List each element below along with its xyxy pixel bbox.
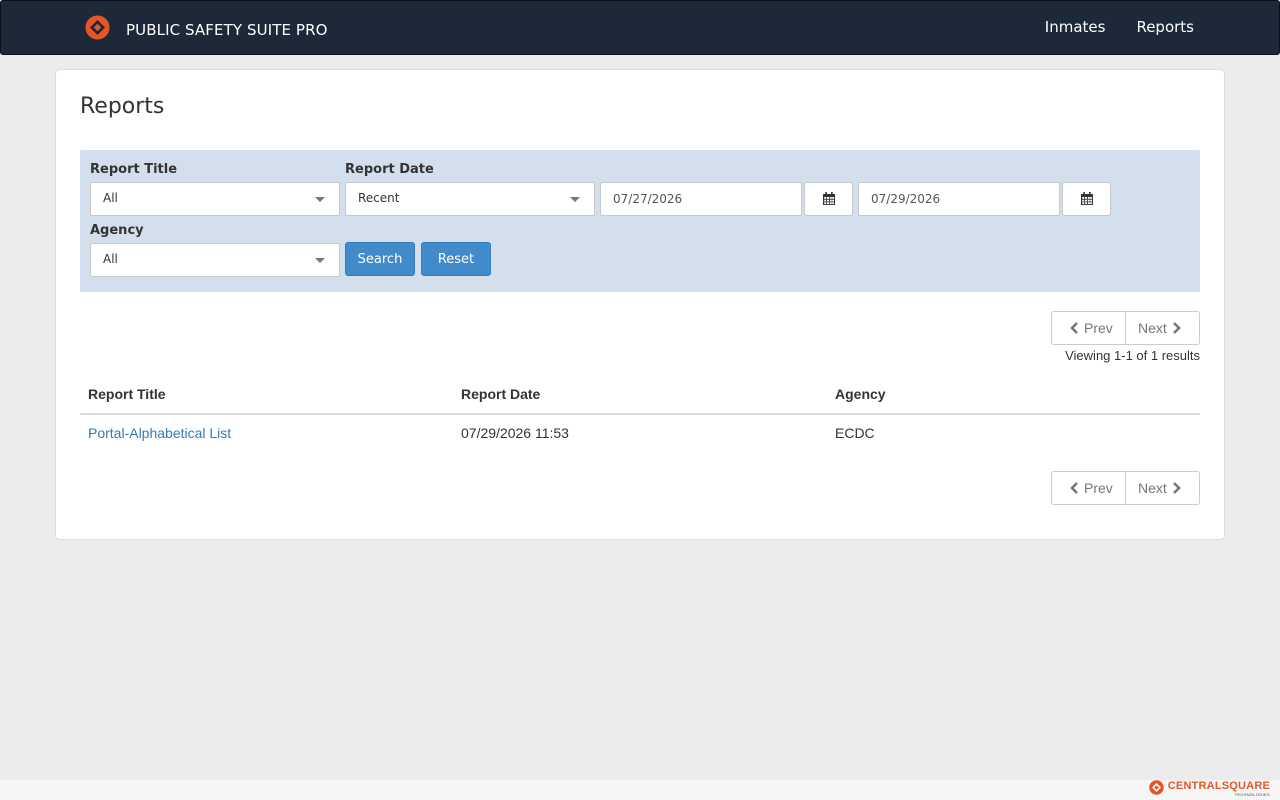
reports-panel: Reports Report Title All Report Date Rec…	[55, 69, 1225, 540]
chevron-down-icon	[315, 258, 325, 263]
report-date-select-value: Recent	[358, 191, 400, 205]
chevron-right-icon	[1172, 322, 1181, 334]
agency-label: Agency	[90, 223, 144, 238]
nav-reports[interactable]: Reports	[1136, 18, 1194, 36]
report-title-select[interactable]: All	[90, 182, 340, 216]
date-to-calendar-button[interactable]	[1062, 182, 1111, 216]
chevron-right-icon	[1172, 482, 1181, 494]
calendar-icon	[822, 192, 835, 205]
agency-cell: ECDC	[835, 425, 875, 441]
calendar-icon	[1080, 192, 1093, 205]
brand-name: PUBLIC SAFETY SUITE PRO	[126, 21, 328, 39]
agency-select[interactable]: All	[90, 243, 340, 277]
chevron-left-icon	[1070, 482, 1078, 494]
column-header-agency[interactable]: Agency	[835, 386, 886, 402]
prev-label: Prev	[1084, 480, 1113, 496]
report-date-cell: 07/29/2026 11:53	[461, 425, 569, 441]
chevron-down-icon	[315, 197, 325, 202]
top-navbar: PUBLIC SAFETY SUITE PRO Inmates Reports	[0, 0, 1280, 55]
brand[interactable]: PUBLIC SAFETY SUITE PRO	[85, 15, 328, 45]
prev-label: Prev	[1084, 320, 1113, 336]
next-label: Next	[1138, 480, 1167, 496]
table-header-divider	[80, 413, 1200, 415]
agency-select-value: All	[103, 252, 118, 266]
pagination-bottom: Prev Next	[1051, 471, 1200, 505]
report-date-select[interactable]: Recent	[345, 182, 595, 216]
report-link[interactable]: Portal-Alphabetical List	[88, 425, 231, 441]
centralsquare-logo-icon	[1149, 780, 1164, 795]
footer-brand-sub: TECHNOLOGIES	[1234, 792, 1270, 797]
footer-logo: CENTRALSQUARE TECHNOLOGIES	[1149, 780, 1270, 797]
footer-brand: CENTRALSQUARE TECHNOLOGIES	[1168, 780, 1270, 797]
report-title-label: Report Title	[90, 162, 178, 177]
results-count: Viewing 1-1 of 1 results	[1065, 348, 1200, 363]
filter-bar: Report Title All Report Date Recent 07/2…	[80, 150, 1200, 292]
search-button[interactable]: Search	[345, 242, 415, 276]
next-button[interactable]: Next	[1126, 472, 1199, 504]
main-nav: Inmates Reports	[1045, 18, 1194, 36]
date-from-input[interactable]: 07/27/2026	[600, 182, 802, 216]
nav-inmates[interactable]: Inmates	[1045, 18, 1106, 36]
next-button[interactable]: Next	[1126, 312, 1199, 344]
next-label: Next	[1138, 320, 1167, 336]
prev-button[interactable]: Prev	[1052, 312, 1126, 344]
column-header-report-date[interactable]: Report Date	[461, 386, 540, 402]
brand-logo-icon	[85, 15, 110, 45]
prev-button[interactable]: Prev	[1052, 472, 1126, 504]
chevron-left-icon	[1070, 322, 1078, 334]
pagination-top: Prev Next	[1051, 311, 1200, 345]
footer: CENTRALSQUARE TECHNOLOGIES	[0, 780, 1280, 800]
date-to-input[interactable]: 07/29/2026	[858, 182, 1060, 216]
column-header-report-title[interactable]: Report Title	[88, 386, 166, 402]
report-title-select-value: All	[103, 191, 118, 205]
report-date-label: Report Date	[345, 162, 434, 177]
footer-brand-name: CENTRALSQUARE	[1167, 780, 1270, 792]
date-from-calendar-button[interactable]	[804, 182, 853, 216]
page-title: Reports	[80, 94, 165, 119]
chevron-down-icon	[570, 197, 580, 202]
reset-button[interactable]: Reset	[421, 242, 491, 276]
